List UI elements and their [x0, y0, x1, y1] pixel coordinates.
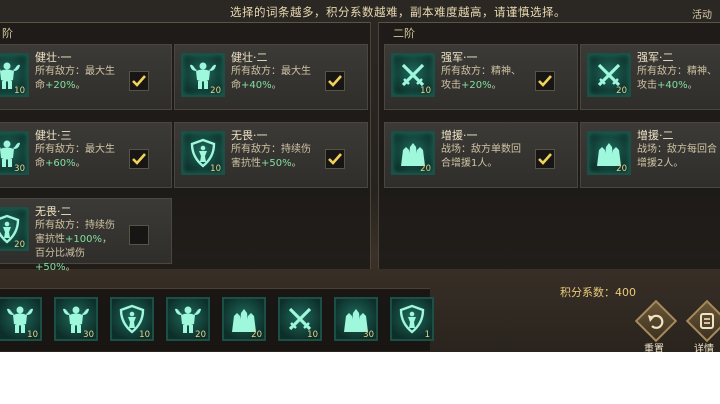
modifier-checkbox[interactable]	[325, 71, 345, 91]
level-number: 30	[363, 330, 374, 340]
modifier-description: 所有敌方：精神、攻击+20%。	[441, 66, 521, 91]
activity-label[interactable]: 活动	[692, 6, 712, 21]
level-number: 20	[616, 86, 627, 96]
level-number: 10	[307, 330, 318, 340]
modifier-checkbox[interactable]	[535, 71, 555, 91]
reset-label: 重置	[644, 344, 664, 352]
modifier-description: 所有敌方：最大生命+60%。	[35, 144, 115, 169]
modifier-checkbox[interactable]	[129, 225, 149, 245]
modifier-title: 健壮·一	[35, 51, 72, 64]
modifier-checkbox[interactable]	[129, 71, 149, 91]
reset-button[interactable]	[634, 299, 678, 343]
modifier-checkbox[interactable]	[535, 149, 555, 169]
checkmark-icon	[328, 75, 342, 87]
selected-modifier-slot[interactable]: 20	[222, 297, 266, 341]
tier-one-label: 阶	[2, 27, 13, 40]
modifier-title: 强军·一	[441, 51, 478, 64]
level-number: 20	[195, 330, 206, 340]
modifier-card[interactable]: 20 无畏·二所有敌方：持续伤害抗性+100%，百分比减伤+50%。	[0, 198, 172, 273]
modifier-checkbox[interactable]	[129, 149, 149, 169]
selected-modifier-slot[interactable]: 30	[54, 297, 98, 341]
level-number: 10	[139, 330, 150, 340]
selected-modifier-slot[interactable]: 1	[390, 297, 434, 341]
modifier-card[interactable]: 10 健壮·一所有敌方：最大生命+20%。	[0, 44, 172, 110]
level-number: 10	[27, 330, 38, 340]
modifier-title: 增援·一	[441, 129, 478, 142]
modifier-card[interactable]: 20 增援·一战场：敌方单数回合增援1人。	[384, 122, 578, 188]
modifier-description: 战场：敌方单数回合增援1人。	[441, 144, 521, 169]
modifier-title: 健壮·三	[35, 129, 72, 142]
modifier-card[interactable]: 20 健壮·二所有敌方：最大生命+40%。	[174, 44, 368, 110]
modifier-icon: 20	[391, 131, 435, 175]
modifier-icon: 10	[391, 53, 435, 97]
modifier-icon: 20	[587, 131, 631, 175]
selected-modifier-slot[interactable]: 10	[0, 297, 42, 341]
level-number: 30	[83, 330, 94, 340]
difficulty-hint: 选择的词条越多，积分系数越难，副本难度越高，请谨慎选择。	[230, 5, 566, 19]
undo-icon	[648, 314, 664, 329]
modifier-title: 增援·二	[637, 129, 674, 142]
checkmark-icon	[132, 153, 146, 165]
modifier-card[interactable]: 20 强军·二所有敌方：精神、攻击+40%。	[580, 44, 720, 110]
modifier-description: 所有敌方：最大生命+40%。	[231, 66, 311, 91]
shield-icon	[399, 304, 425, 334]
modifier-checkbox[interactable]	[325, 149, 345, 169]
level-number: 20	[14, 240, 25, 250]
selected-modifier-slot[interactable]: 20	[166, 297, 210, 341]
tier-two-label: 二阶	[393, 27, 415, 40]
game-screen: 选择的词条越多，积分系数越难，副本难度越高，请谨慎选择。 活动 阶 二阶 10 健…	[0, 0, 720, 352]
modifier-icon: 10	[0, 53, 29, 97]
modifier-description: 所有敌方：最大生命+20%。	[35, 66, 115, 91]
modifier-title: 健壮·二	[231, 51, 268, 64]
selected-modifier-slot[interactable]: 30	[334, 297, 378, 341]
modifier-icon: 20	[0, 207, 29, 251]
level-number: 20	[210, 86, 221, 96]
modifier-card[interactable]: 20 增援·二战场：敌方每回合增援2人。	[580, 122, 720, 188]
level-number: 30	[14, 164, 25, 174]
checkmark-icon	[538, 153, 552, 165]
modifier-icon: 20	[587, 53, 631, 97]
details-label: 详情	[694, 344, 714, 352]
modifier-card[interactable]: 30 健壮·三所有敌方：最大生命+60%。	[0, 122, 172, 188]
selected-modifiers-bar: 10 30 10 20 20 10 30 1	[0, 288, 434, 351]
level-number: 20	[420, 164, 431, 174]
modifier-card[interactable]: 10 强军·一所有敌方：精神、攻击+20%。	[384, 44, 578, 110]
modifier-description: 所有敌方：持续伤害抗性+50%。	[231, 144, 311, 169]
modifier-description: 所有敌方：精神、攻击+40%。	[637, 66, 717, 91]
checkmark-icon	[538, 75, 552, 87]
modifier-card[interactable]: 10 无畏·一所有敌方：持续伤害抗性+50%。	[174, 122, 368, 188]
score-value: 400	[615, 286, 636, 299]
modifier-description: 战场：敌方每回合增援2人。	[637, 144, 717, 169]
level-number: 20	[616, 164, 627, 174]
checkmark-icon	[132, 75, 146, 87]
level-number: 10	[14, 86, 25, 96]
score-coefficient: 积分系数：400	[560, 284, 636, 300]
modifier-icon: 10	[181, 131, 225, 175]
level-number: 10	[420, 86, 431, 96]
selected-modifier-slot[interactable]: 10	[278, 297, 322, 341]
level-number: 1	[424, 330, 430, 340]
modifier-title: 无畏·二	[35, 205, 72, 218]
modifier-icon: 20	[181, 53, 225, 97]
level-number: 10	[210, 164, 221, 174]
details-button[interactable]	[685, 299, 720, 343]
level-number: 20	[251, 330, 262, 340]
score-label: 积分系数：	[560, 286, 615, 299]
modifier-title: 无畏·一	[231, 129, 268, 142]
scroll-icon	[700, 313, 714, 329]
selected-modifier-slot[interactable]: 10	[110, 297, 154, 341]
modifier-description: 所有敌方：持续伤害抗性+100%，百分比减伤+50%。	[35, 220, 115, 273]
modifier-title: 强军·二	[637, 51, 674, 64]
modifier-icon: 30	[0, 131, 29, 175]
checkmark-icon	[328, 153, 342, 165]
